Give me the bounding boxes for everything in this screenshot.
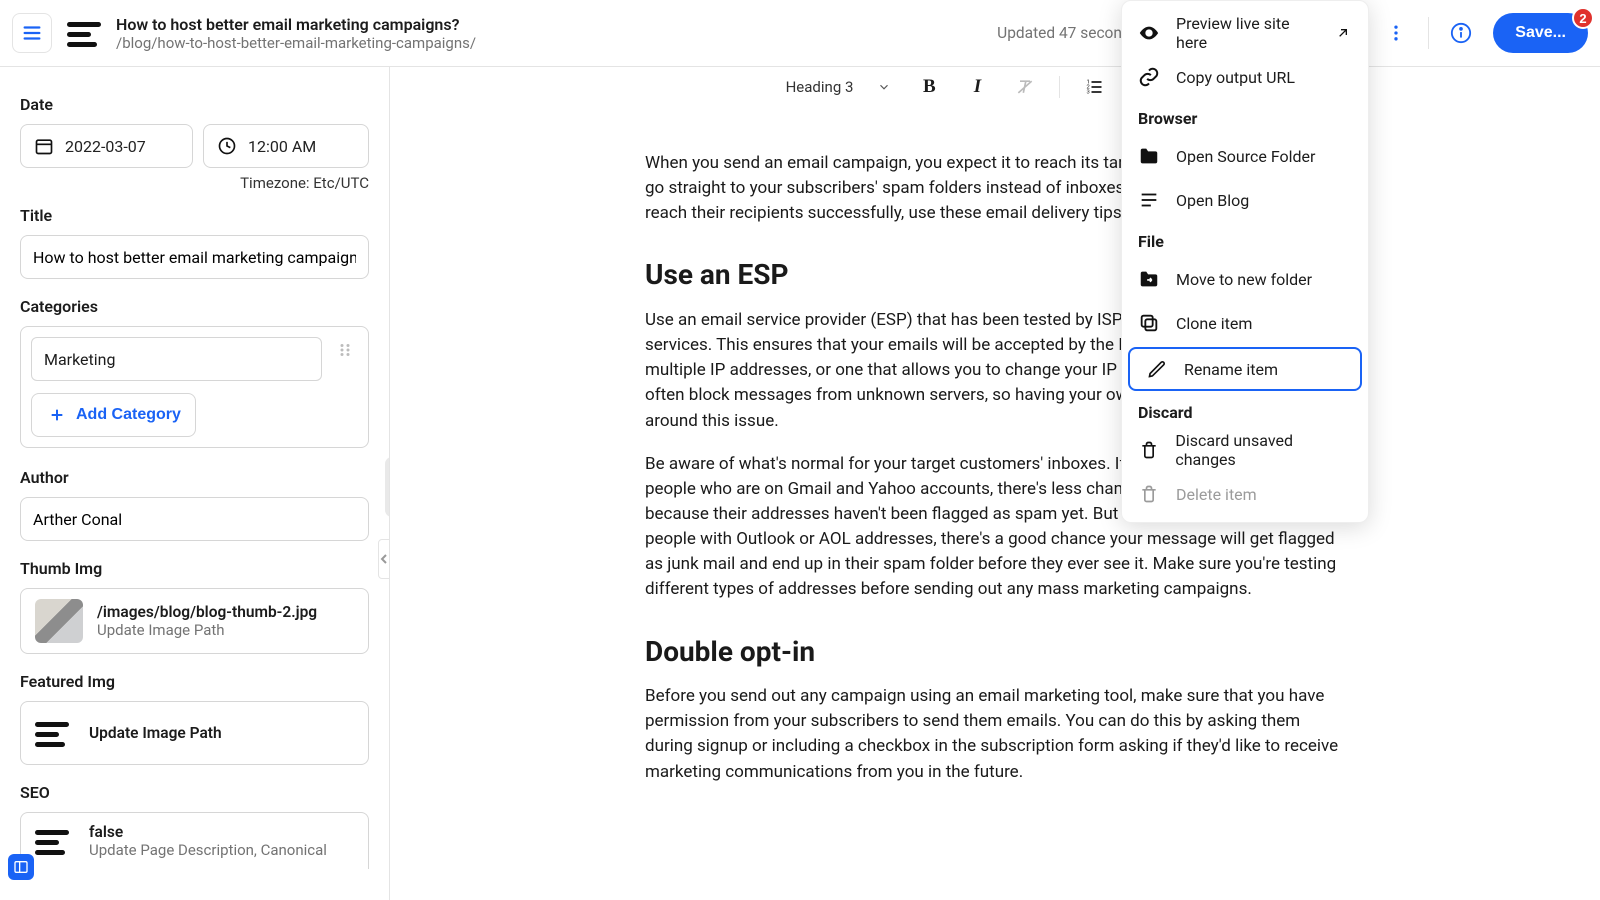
italic-button[interactable]: I [963,73,991,101]
sidebar: Date 2022-03-07 12:00 AM Timezone: Etc/U… [0,67,390,900]
calendar-icon [33,135,55,157]
link-icon [1138,66,1160,88]
menu-section-browser: Browser [1122,99,1368,134]
ordered-list-button[interactable]: 123 [1080,73,1108,101]
menu-open-blog[interactable]: Open Blog [1122,178,1368,222]
trash-icon [1138,483,1160,505]
divider [1428,17,1429,49]
folder-move-icon [1138,268,1160,290]
logo-icon [35,718,75,748]
menu-delete: Delete item [1122,472,1368,516]
menu-button[interactable] [12,13,52,53]
menu-rename[interactable]: Rename item [1128,347,1362,391]
title-input[interactable] [20,235,369,279]
context-menu: Preview live site here Copy output URL B… [1121,0,1369,523]
save-button[interactable]: Save... 2 [1493,13,1588,53]
bold-button[interactable]: B [915,73,943,101]
folder-icon [1138,145,1160,167]
clock-icon [216,135,238,157]
image-preview [35,599,83,643]
main-editor: Heading 3 B I 123 ” When you [390,67,1600,900]
featured-image-block[interactable]: Update Image Path [20,701,369,765]
chevron-down-icon [873,76,895,98]
timezone-label: Timezone: Etc/UTC [20,174,369,192]
add-category-button[interactable]: Add Category [31,393,196,437]
menu-copy-url[interactable]: Copy output URL [1122,55,1368,99]
collapse-sidebar[interactable] [378,539,390,579]
eye-icon [1138,22,1160,44]
categories-box: Marketing Add Category [20,326,369,448]
menu-discard-changes[interactable]: Discard unsaved changes [1122,428,1368,472]
heading[interactable]: Double opt-in [645,631,1345,672]
heading-dropdown[interactable]: Heading 3 [786,76,896,98]
page-slug: /blog/how-to-host-better-email-marketing… [116,34,476,52]
image-action-label: Update Image Path [89,724,222,742]
pencil-icon [1146,358,1168,380]
field-label: Title [20,206,369,225]
field-label: SEO [20,783,369,802]
external-icon [1333,22,1352,44]
info-button[interactable] [1441,13,1481,53]
notes-icon [1138,189,1160,211]
field-label: Thumb Img [20,559,369,578]
save-badge-count: 2 [1572,7,1594,29]
image-action-label: Update Image Path [97,621,317,639]
menu-preview[interactable]: Preview live site here [1122,11,1368,55]
seo-sublabel: Update Page Description, Canonical [89,841,327,859]
copy-icon [1138,312,1160,334]
menu-open-source[interactable]: Open Source Folder [1122,134,1368,178]
editor-content[interactable]: When you send an email campaign, you exp… [390,107,1600,819]
plus-icon [46,404,68,426]
field-label: Date [20,95,369,114]
svg-text:3: 3 [1087,89,1090,95]
more-menu-button[interactable] [1376,13,1416,53]
field-label: Featured Img [20,672,369,691]
editor-toolbar: Heading 3 B I 123 ” [390,67,1600,107]
field-label: Author [20,468,369,487]
logo-icon [64,13,104,53]
menu-move[interactable]: Move to new folder [1122,257,1368,301]
category-chip[interactable]: Marketing [31,337,322,381]
menu-clone[interactable]: Clone item [1122,301,1368,345]
seo-value: false [89,823,327,841]
clear-format-button[interactable] [1011,73,1039,101]
menu-section-file: File [1122,222,1368,257]
paragraph[interactable]: Before you send out any campaign using a… [645,684,1345,785]
menu-section-discard: Discard [1122,393,1368,428]
divider [1059,76,1060,98]
sidebar-toggle[interactable] [8,854,34,880]
title-block: How to host better email marketing campa… [116,15,476,52]
seo-block[interactable]: false Update Page Description, Canonical [20,812,369,869]
field-label: Categories [20,297,369,316]
thumb-image-block[interactable]: /images/blog/blog-thumb-2.jpg Update Ima… [20,588,369,654]
drag-handle-icon[interactable] [332,337,358,363]
image-path: /images/blog/blog-thumb-2.jpg [97,603,317,621]
date-input[interactable]: 2022-03-07 [20,124,193,168]
page-title: How to host better email marketing campa… [116,15,476,34]
logo-icon [35,826,75,856]
author-input[interactable] [20,497,369,541]
time-input[interactable]: 12:00 AM [203,124,369,168]
trash-icon [1138,439,1159,461]
